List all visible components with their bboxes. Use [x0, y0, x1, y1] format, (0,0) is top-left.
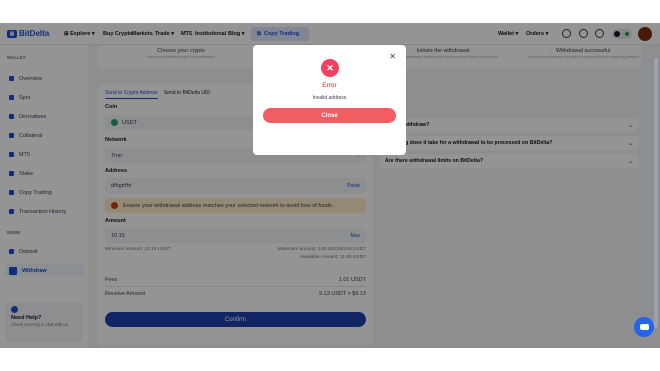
- error-icon: ✕: [321, 59, 339, 77]
- error-modal: ✕ ✕ Error Invalid address Close: [253, 45, 406, 155]
- page-scrollbar[interactable]: [654, 58, 658, 328]
- chat-support-button[interactable]: [634, 317, 654, 337]
- modal-message: Invalid address: [312, 95, 347, 101]
- app-window: ▤ BitDelta ⊞ Explore ▾ Buy Crypto Markets…: [0, 23, 660, 348]
- modal-title: Error: [322, 82, 337, 89]
- chat-icon: [639, 324, 649, 330]
- close-icon[interactable]: ✕: [389, 52, 396, 61]
- close-button[interactable]: Close: [263, 108, 396, 123]
